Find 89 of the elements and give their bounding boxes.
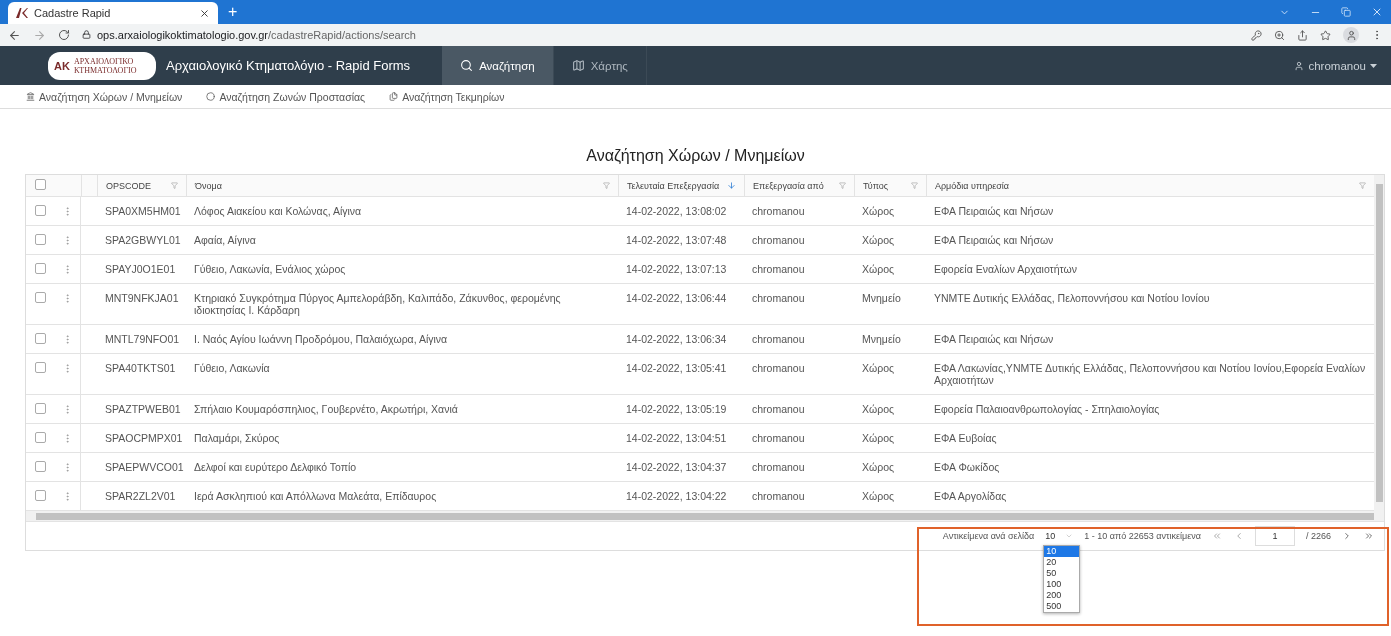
- page-field[interactable]: 1: [1254, 526, 1295, 546]
- table-cell-text: 14-02-2022, 13:04:22: [625, 489, 728, 504]
- table-cell-text: chromanou: [751, 291, 806, 306]
- url-field[interactable]: ops.arxaiologikoktimatologio.gov.gr/cadastreRapid/actions/search: [82, 29, 416, 41]
- column-header[interactable]: OPSCODE: [106, 180, 151, 191]
- table-cell-text: chromanou: [751, 262, 806, 277]
- table-cell-text: Γύθειο, Λακωνία, Ενάλιος χώρος: [193, 262, 347, 277]
- table-cell-text: 14-02-2022, 13:05:19: [625, 402, 728, 417]
- table-cell-text: Χώρος: [861, 233, 896, 248]
- range-text: 1 - 10 από 22653 αντικείμενα: [1084, 531, 1201, 541]
- table-cell-text: chromanou: [751, 402, 806, 417]
- table-cell-text: SPAOCPMPX01: [104, 431, 184, 446]
- user-menu[interactable]: chromanou: [1294, 46, 1391, 85]
- table-cell-text: ΕΦΑ Ευβοίας: [933, 431, 998, 446]
- table-cell-text: Λόφος Αιακείου και Κολώνας, Αίγινα: [193, 204, 363, 219]
- table-cell-text: ΕΦΑ Φωκίδος: [933, 460, 1001, 475]
- table-cell-text: Κτηριακό Συγκρότημα Πύργος Αμπελοράβδη, Καλιπάδο, Ζάκυνθος, φερομένης ιδιοκτησίας Ι. Κάρδαρη: [193, 291, 562, 318]
- table-cell-text: chromanou: [751, 361, 806, 376]
- table-cell-text: 14-02-2022, 13:07:13: [625, 262, 728, 277]
- per-page-label: Αντικείμενα ανά σελίδα: [942, 531, 1035, 541]
- table-cell-text: Χώρος: [861, 402, 896, 417]
- subnav-link[interactable]: Αναζήτηση Τεκμηρίων: [389, 90, 505, 103]
- table-cell-text: 14-02-2022, 13:06:44: [625, 291, 728, 306]
- table-cell-text: ΕΦΑ Πειραιώς και Νήσων: [933, 233, 1055, 248]
- table-cell-text: Χώρος: [861, 361, 896, 376]
- table-cell-text: 14-02-2022, 13:04:51: [625, 431, 728, 446]
- table-cell-text: SPAR2ZL2V01: [104, 489, 177, 504]
- table-cell-text: Εφορεία Παλαιοανθρωπολογίας - Σπηλαιολογίας: [933, 402, 1161, 417]
- table-cell-text: SPAYJ0O1E01: [104, 262, 177, 277]
- dropdown-option[interactable]: 20: [1044, 557, 1080, 568]
- table-cell-text: Χώρος: [861, 489, 896, 504]
- table-cell-text: Δελφοί και ευρύτερο Δελφικό Τοπίο: [193, 460, 358, 475]
- column-header[interactable]: Επεξεργασία από: [753, 180, 824, 191]
- column-header[interactable]: Τελευταία Επεξεργασία: [627, 180, 720, 191]
- table-cell-text: Χώρος: [861, 204, 896, 219]
- table-cell-text: Ιερά Ασκληπιού και Απόλλωνα Μαλεάτα, Επίδαυρος: [193, 489, 438, 504]
- per-page-select[interactable]: 10: [1045, 531, 1074, 541]
- table-cell-text: MNTL79NFO01: [104, 332, 181, 347]
- table-cell-text: chromanou: [751, 460, 806, 475]
- table-cell-text: 14-02-2022, 13:08:02: [625, 204, 728, 219]
- table-cell-text: 14-02-2022, 13:07:48: [625, 233, 728, 248]
- table-cell-text: chromanou: [751, 204, 806, 219]
- table-cell-text: Χώρος: [861, 262, 896, 277]
- page-total: / 2266: [1305, 531, 1331, 541]
- table-cell-text: ΕΦΑ Λακωνίας,ΥΝΜΤΕ Δυτικής Ελλάδας, Πελοποννήσου και Νοτίου Ιονίου,Εφορεία Εναλίων Αρχαιοτήτων: [933, 361, 1367, 388]
- dropdown-option[interactable]: 200: [1044, 590, 1080, 601]
- tab-title: Cadastre Rapid: [34, 7, 112, 19]
- page-title: Αναζήτηση Χώρων / Μνημείων: [585, 147, 806, 165]
- column-header[interactable]: Αρμόδια υπηρεσία: [935, 180, 1010, 191]
- table-cell-text: SPAZTPWEB01: [104, 402, 182, 417]
- subnav-link[interactable]: Αναζήτηση Χώρων / Μνημείων: [26, 90, 183, 103]
- table-cell-text: Ι. Ναός Αγίου Ιωάννη Προδρόμου, Παλαιόχωρα, Αίγινα: [193, 332, 449, 347]
- nav-tab[interactable]: Χάρτης: [553, 46, 647, 85]
- table-cell-text: chromanou: [751, 332, 806, 347]
- dropdown-option[interactable]: 100: [1044, 579, 1080, 590]
- table-cell-text: chromanou: [751, 233, 806, 248]
- table-cell-text: ΕΦΑ Πειραιώς και Νήσων: [933, 332, 1055, 347]
- table-cell-text: Μνημείο: [861, 332, 902, 347]
- table-cell-text: Αφαία, Αίγινα: [193, 233, 257, 248]
- table-cell-text: SPA2GBWYL01: [104, 233, 182, 248]
- table-cell-text: SPA40TKTS01: [104, 361, 177, 376]
- table-cell-text: SPA0XM5HM01: [104, 204, 182, 219]
- table-cell-text: 14-02-2022, 13:06:34: [625, 332, 728, 347]
- dropdown-option[interactable]: 500: [1044, 601, 1080, 612]
- table-cell-text: Εφορεία Εναλίων Αρχαιοτήτων: [933, 262, 1079, 277]
- dropdown-option[interactable]: 50: [1044, 568, 1080, 579]
- nav-tab[interactable]: Αναζήτηση: [442, 46, 554, 85]
- new-tab-button[interactable]: +: [228, 3, 238, 21]
- table-cell-text: Σπήλαιο Κουμαρόσπηλιος, Γουβερνέτο, Ακρωτήρι, Χανιά: [193, 402, 459, 417]
- table-cell-text: MNT9NFKJA01: [104, 291, 180, 306]
- table-cell-text: Μνημείο: [861, 291, 902, 306]
- table-cell-text: Χώρος: [861, 460, 896, 475]
- table-cell-text: ΕΦΑ Πειραιώς και Νήσων: [933, 204, 1055, 219]
- table-cell-text: chromanou: [751, 431, 806, 446]
- table-cell-text: 14-02-2022, 13:05:41: [625, 361, 728, 376]
- table-cell-text: 14-02-2022, 13:04:37: [625, 460, 728, 475]
- subnav-link[interactable]: Αναζήτηση Ζωνών Προστασίας: [206, 90, 366, 103]
- table-cell-text: Παλαμάρι, Σκύρος: [193, 431, 281, 446]
- column-header[interactable]: Τύπος: [863, 180, 889, 191]
- table-cell-text: ΥΝΜΤΕ Δυτικής Ελλάδας, Πελοποννήσου και Νοτίου Ιονίου: [933, 291, 1211, 306]
- table-cell-text: chromanou: [751, 489, 806, 504]
- table-cell-text: Χώρος: [861, 431, 896, 446]
- browser-tab[interactable]: Cadastre Rapid: [8, 2, 218, 24]
- app-title: Αρχαιολογικό Κτηματολόγιο - Rapid Forms: [166, 58, 411, 73]
- table-cell-text: SPAEPWVCO01: [104, 460, 185, 475]
- table-cell-text: ΕΦΑ Αργολίδας: [933, 489, 1008, 504]
- column-header[interactable]: Όνομα: [195, 180, 222, 191]
- table-cell-text: Γύθειο, Λακωνία: [193, 361, 271, 376]
- dropdown-option[interactable]: 10: [1044, 546, 1080, 557]
